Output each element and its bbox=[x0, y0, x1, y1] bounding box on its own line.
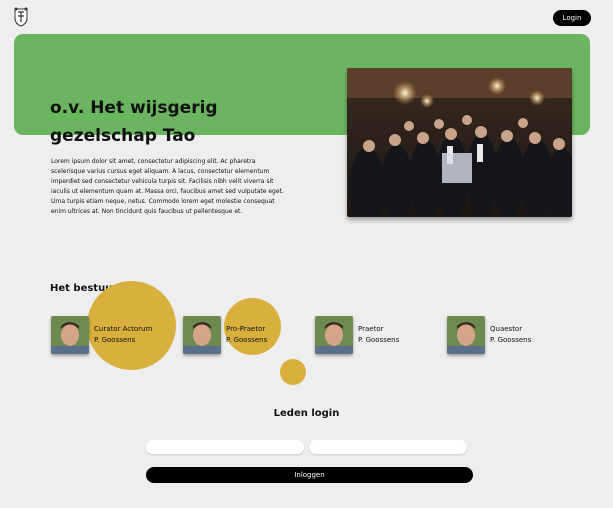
member-role: Pro-Praetor bbox=[226, 325, 266, 333]
login-button[interactable]: Login bbox=[553, 10, 591, 26]
board-member-card: Pro-Praetor P. Goossens bbox=[183, 316, 267, 354]
avatar bbox=[51, 316, 89, 354]
member-role: Curator Actorum bbox=[94, 325, 153, 333]
login-section-title: Leden login bbox=[273, 408, 340, 419]
avatar bbox=[447, 316, 485, 354]
society-crest-icon[interactable] bbox=[12, 7, 30, 27]
decorative-circle-small bbox=[280, 359, 306, 385]
member-role: Praetor bbox=[358, 325, 384, 333]
group-photo bbox=[347, 68, 572, 217]
board-member-card: Praetor P. Goossens bbox=[315, 316, 399, 354]
member-name: P. Goossens bbox=[226, 336, 268, 344]
password-input[interactable] bbox=[309, 440, 467, 454]
hero-description: Lorem ipsum dolor sit amet, consectetur … bbox=[51, 158, 284, 215]
username-input[interactable] bbox=[146, 440, 304, 454]
avatar bbox=[315, 316, 353, 354]
board-member-card: Curator Actorum P. Goossens bbox=[51, 316, 152, 354]
board-member-card: Quaestor P. Goossens bbox=[447, 316, 531, 354]
page-title: o.v. Het wijsgerig gezelschap Tao bbox=[50, 98, 218, 146]
member-name: P. Goossens bbox=[490, 336, 532, 344]
member-name: P. Goossens bbox=[94, 336, 136, 344]
avatar bbox=[183, 316, 221, 354]
member-name: P. Goossens bbox=[358, 336, 400, 344]
login-submit-button[interactable]: Inloggen bbox=[146, 467, 473, 483]
member-role: Quaestor bbox=[490, 325, 523, 333]
